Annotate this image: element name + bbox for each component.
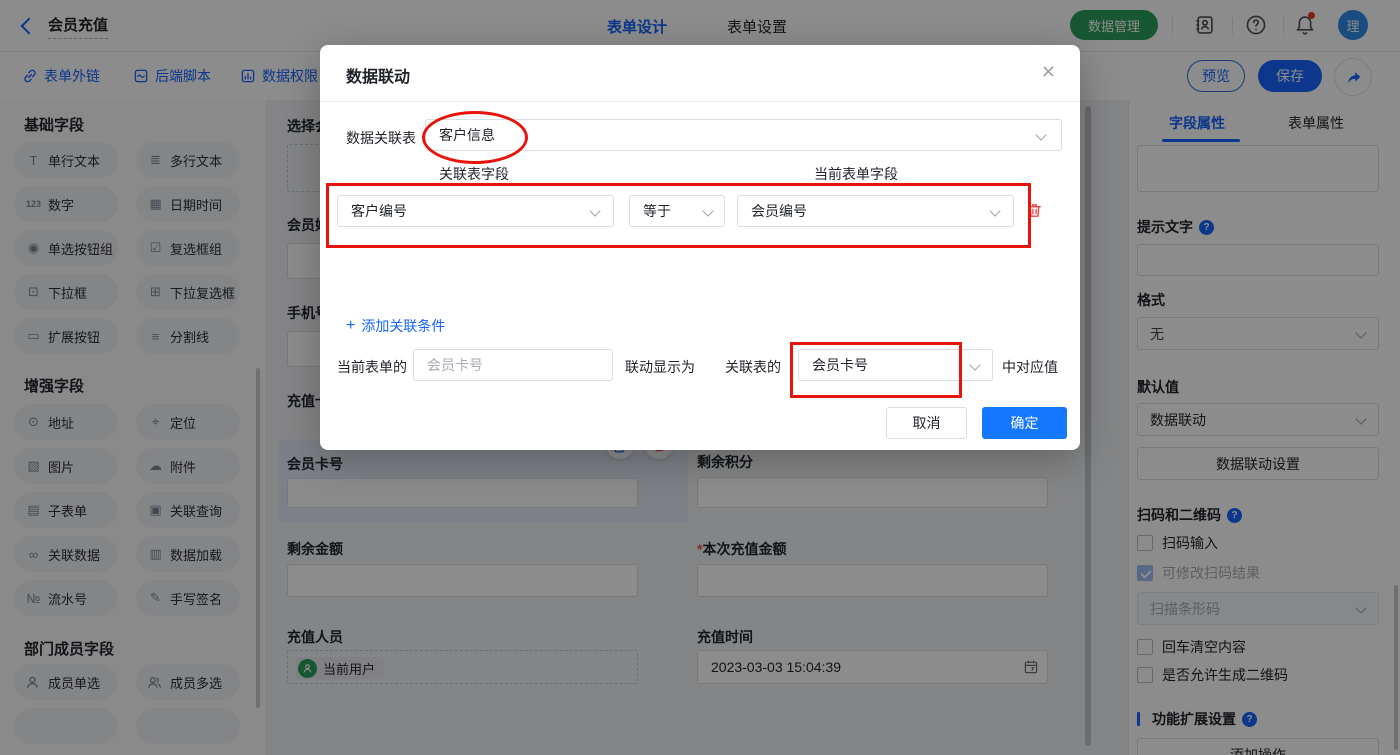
confirm-button[interactable]: 确定	[982, 407, 1067, 439]
add-condition-label: 添加关联条件	[361, 318, 446, 334]
current-form-field-value: 会员卡号	[427, 357, 483, 373]
app-root: 会员充值 表单设计 表单设置 数据管理 理 表单外链 后端脚本 数据权限 预览 …	[0, 0, 1400, 755]
chevron-down-icon	[989, 205, 1001, 217]
trash-icon	[1026, 202, 1043, 219]
chevron-down-icon	[1035, 129, 1047, 141]
condition-right-value: 会员编号	[751, 203, 807, 219]
condition-operator-value: 等于	[643, 203, 671, 219]
condition-left-value: 客户编号	[351, 203, 407, 219]
modal-title: 数据联动	[346, 69, 411, 86]
cancel-button[interactable]: 取消	[886, 407, 967, 439]
display-rule-rel-prefix: 关联表的	[725, 359, 781, 375]
related-field-value: 会员卡号	[812, 357, 868, 373]
column-header-right: 当前表单字段	[814, 166, 898, 182]
related-field-select[interactable]: 会员卡号	[798, 349, 993, 381]
condition-left-select[interactable]: 客户编号	[337, 195, 614, 227]
current-form-field-input[interactable]: 会员卡号	[413, 349, 613, 381]
chevron-down-icon	[702, 205, 714, 217]
link-table-value: 客户信息	[439, 127, 495, 143]
close-icon[interactable]: ✕	[1041, 62, 1056, 83]
modal-divider	[320, 101, 1080, 102]
condition-operator-select[interactable]: 等于	[629, 195, 725, 227]
display-rule-middle: 联动显示为	[625, 359, 695, 375]
add-condition-link[interactable]: + 添加关联条件	[346, 316, 445, 336]
display-rule-suffix: 中对应值	[1002, 359, 1058, 375]
column-header-left: 关联表字段	[439, 166, 509, 182]
link-table-label: 数据关联表	[346, 130, 416, 146]
chevron-down-icon	[969, 359, 981, 371]
data-linkage-modal: 数据联动 ✕ 数据关联表 客户信息 关联表字段 当前表单字段 客户编号 等于 会…	[320, 45, 1080, 450]
plus-icon: +	[346, 317, 356, 334]
delete-condition-button[interactable]	[1026, 202, 1043, 219]
display-rule-prefix: 当前表单的	[337, 359, 407, 375]
condition-right-select[interactable]: 会员编号	[737, 195, 1014, 227]
link-table-select[interactable]: 客户信息	[425, 119, 1062, 151]
chevron-down-icon	[589, 205, 601, 217]
